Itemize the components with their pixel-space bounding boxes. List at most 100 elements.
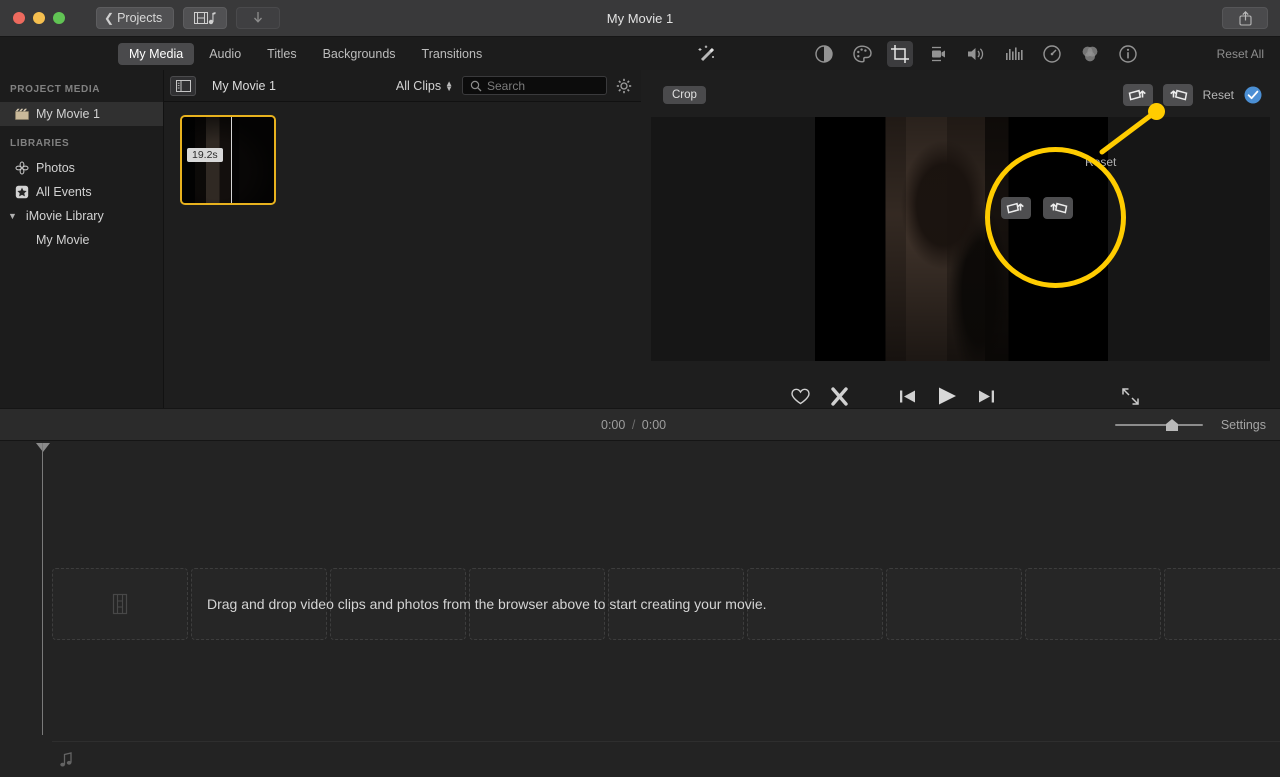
auto-enhance-button[interactable] [697, 44, 717, 64]
next-button[interactable] [978, 389, 995, 404]
tab-backgrounds[interactable]: Backgrounds [312, 43, 407, 65]
maximize-button[interactable] [53, 12, 65, 24]
music-note-icon [59, 752, 74, 768]
projects-button[interactable]: ❮ Projects [96, 7, 174, 29]
star-events-icon [14, 185, 29, 200]
crop-reset-button[interactable]: Reset [1203, 88, 1234, 102]
download-button[interactable] [236, 7, 280, 29]
close-button[interactable] [13, 12, 25, 24]
crop-apply-button[interactable] [1244, 86, 1262, 104]
fullscreen-button[interactable] [1121, 387, 1140, 406]
skip-next-icon [978, 389, 995, 404]
crop-button[interactable] [887, 41, 913, 67]
timeline-placeholder[interactable] [1164, 568, 1280, 640]
tab-titles[interactable]: Titles [256, 43, 307, 65]
tab-transitions[interactable]: Transitions [411, 43, 494, 65]
timeline-placeholder[interactable] [608, 568, 744, 640]
volume-button[interactable] [963, 41, 989, 67]
timeline-placeholder[interactable] [52, 568, 188, 640]
tab-my-media[interactable]: My Media [118, 43, 194, 65]
overlay-rotate-clockwise-button[interactable] [1043, 197, 1073, 219]
color-balance-button[interactable] [811, 41, 837, 67]
color-correction-button[interactable] [849, 41, 875, 67]
timeline-placeholder[interactable] [747, 568, 883, 640]
sidebar-item-my-movie-1[interactable]: My Movie 1 [0, 102, 163, 126]
all-clips-label: All Clips [396, 79, 441, 93]
timeline-placeholder[interactable] [1025, 568, 1161, 640]
search-input[interactable]: Search [462, 76, 607, 95]
speed-button[interactable] [1039, 41, 1065, 67]
zoom-slider-handle[interactable] [1165, 418, 1179, 432]
media-import-button[interactable] [183, 7, 227, 29]
timeline-placeholder[interactable] [191, 568, 327, 640]
blue-checkmark-icon [1244, 86, 1262, 104]
share-button[interactable] [1222, 7, 1268, 29]
total-time: 0:00 [642, 418, 666, 432]
libraries-header: LIBRARIES [0, 138, 163, 156]
video-image [815, 117, 1108, 361]
expand-arrows-icon [1121, 387, 1140, 406]
sidebar-toggle-button[interactable] [170, 76, 196, 96]
all-clips-popup[interactable]: All Clips ▲▼ [396, 79, 453, 93]
timeline-zoom-slider[interactable] [1115, 419, 1203, 431]
sidebar-item-label: Photos [36, 161, 75, 175]
tab-audio[interactable]: Audio [198, 43, 252, 65]
timeline-settings-button[interactable]: Settings [1221, 418, 1266, 432]
favorite-button[interactable] [791, 388, 810, 405]
sidebar-item-imovie-library[interactable]: ▼ iMovie Library [0, 204, 163, 228]
sidebar-item-all-events[interactable]: All Events [0, 180, 163, 204]
sidebar-item-label: All Events [36, 185, 92, 199]
search-icon [470, 80, 482, 92]
play-icon [936, 386, 958, 406]
minimize-button[interactable] [33, 12, 45, 24]
viewer-pane: Crop Reset [641, 70, 1280, 408]
sidebar-toggle-icon [176, 80, 191, 92]
clip-thumbnail[interactable]: 19.2s [180, 115, 276, 205]
disclosure-triangle-icon[interactable]: ▼ [8, 211, 17, 221]
clip-playhead [231, 117, 232, 203]
rotate-counterclockwise-icon [1006, 201, 1026, 216]
timecode-display: 0:00 / 0:00 [601, 418, 666, 432]
reject-x-icon [830, 387, 849, 406]
noise-reduction-button[interactable] [1001, 41, 1027, 67]
stabilization-button[interactable] [925, 41, 951, 67]
reject-button[interactable] [830, 387, 849, 406]
info-button[interactable] [1115, 41, 1141, 67]
window-controls [13, 12, 65, 24]
sidebar-item-label: My Movie 1 [36, 107, 100, 121]
play-button[interactable] [936, 386, 958, 406]
sidebar-item-photos[interactable]: Photos [0, 156, 163, 180]
browser-title: My Movie 1 [212, 79, 276, 93]
gear-icon [616, 78, 632, 94]
equalizer-icon [1004, 44, 1024, 64]
crop-mode-label[interactable]: Crop [663, 86, 706, 104]
video-preview[interactable]: Reset [651, 117, 1270, 361]
speedometer-icon [1042, 44, 1062, 64]
chevron-updown-icon: ▲▼ [445, 81, 453, 91]
color-balance-icon [814, 44, 834, 64]
overlay-rotate-counterclockwise-button[interactable] [1001, 197, 1031, 219]
skip-previous-icon [899, 389, 916, 404]
timeline[interactable]: Drag and drop video clips and photos fro… [0, 441, 1280, 777]
timeline-audio-track[interactable] [52, 741, 1280, 777]
clip-filter-button[interactable] [1077, 41, 1103, 67]
timeline-placeholder[interactable] [330, 568, 466, 640]
search-placeholder: Search [487, 79, 525, 93]
adjustment-toolbar: Reset All [641, 37, 1280, 70]
current-time: 0:00 [601, 418, 625, 432]
magic-wand-icon [697, 44, 717, 64]
clip-grid: 19.2s [164, 102, 641, 205]
previous-button[interactable] [899, 389, 916, 404]
reset-all-button[interactable]: Reset All [1217, 47, 1264, 61]
imovie-window: ❮ Projects My Movie 1 [0, 0, 1280, 777]
library-sidebar: PROJECT MEDIA My Movie 1 LIBRARIES [0, 70, 164, 408]
palette-icon [852, 44, 872, 64]
timeline-placeholder[interactable] [469, 568, 605, 640]
browser-settings-button[interactable] [616, 78, 632, 94]
timeline-placeholder[interactable] [886, 568, 1022, 640]
adjustment-tools [811, 41, 1141, 67]
sidebar-item-my-movie[interactable]: My Movie [0, 228, 163, 252]
timeline-playhead-marker[interactable] [36, 443, 50, 452]
photos-flower-icon [14, 161, 29, 176]
title-bar: ❮ Projects My Movie 1 [0, 0, 1280, 37]
